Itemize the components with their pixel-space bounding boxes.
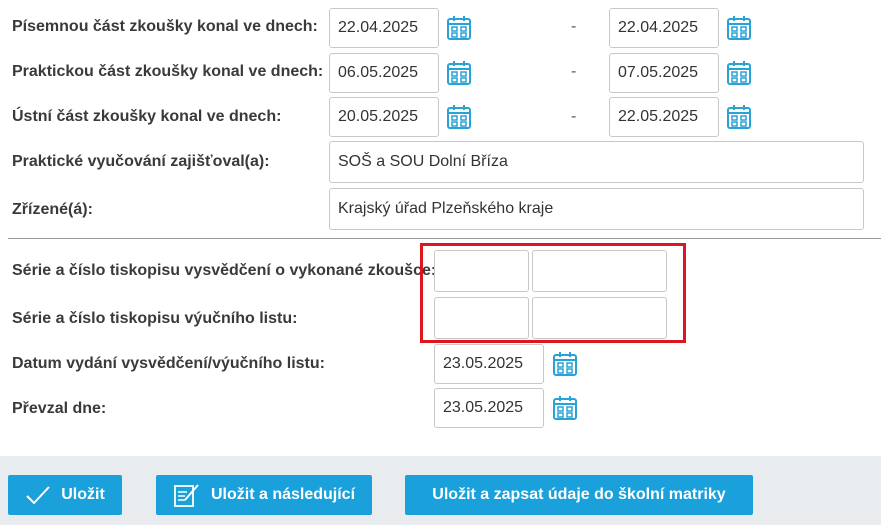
calendar-icon[interactable]: [726, 15, 752, 41]
calendar-icon[interactable]: [726, 60, 752, 86]
section-divider: [8, 238, 881, 239]
calendar-icon[interactable]: [726, 104, 752, 130]
calendar-icon[interactable]: [552, 395, 578, 421]
oral-to-input[interactable]: 22.05.2025: [609, 97, 719, 137]
edit-form-icon: [174, 484, 199, 507]
save-button[interactable]: Uložit: [8, 475, 122, 515]
save-and-register-label: Uložit a zapsat údaje do školní matriky: [432, 486, 726, 503]
practical-from-input[interactable]: 06.05.2025: [329, 53, 439, 93]
written-from-input[interactable]: 22.04.2025: [329, 8, 439, 48]
training-provider-input[interactable]: SOŠ a SOU Dolní Bříza: [329, 141, 864, 183]
date-range-separator: -: [571, 63, 577, 80]
calendar-icon[interactable]: [446, 104, 472, 130]
founder-input[interactable]: Krajský úřad Plzeňského kraje: [329, 188, 864, 230]
written-to-input[interactable]: 22.04.2025: [609, 8, 719, 48]
checkmark-icon: [26, 486, 50, 505]
date-range-separator: -: [571, 18, 577, 35]
save-button-label: Uložit: [61, 486, 105, 503]
exam-certificate-label: Série a číslo tiskopisu vysvědčení o vyk…: [12, 262, 437, 279]
save-and-next-label: Uložit a následující: [210, 486, 356, 503]
oral-from-input[interactable]: 20.05.2025: [329, 97, 439, 137]
calendar-icon[interactable]: [552, 351, 578, 377]
calendar-icon[interactable]: [446, 15, 472, 41]
received-date-label: Převzal dne:: [12, 400, 107, 417]
received-date-input[interactable]: 23.05.2025: [434, 388, 544, 428]
apprentice-certificate-label: Série a číslo tiskopisu výučního listu:: [12, 310, 298, 327]
save-and-register-button[interactable]: Uložit a zapsat údaje do školní matriky: [405, 475, 753, 515]
founder-label: Zřízené(á):: [12, 201, 93, 218]
oral-exam-label: Ústní část zkoušky konal ve dnech:: [12, 108, 282, 125]
issue-date-label: Datum vydání vysvědčení/výučního listu:: [12, 355, 325, 372]
date-range-separator: -: [571, 108, 577, 125]
calendar-icon[interactable]: [446, 60, 472, 86]
written-exam-label: Písemnou část zkoušky konal ve dnech:: [12, 18, 318, 35]
practical-to-input[interactable]: 07.05.2025: [609, 53, 719, 93]
practical-exam-label: Praktickou část zkoušky konal ve dnech:: [12, 63, 324, 80]
issue-date-input[interactable]: 23.05.2025: [434, 344, 544, 384]
save-and-next-button[interactable]: Uložit a následující: [156, 475, 372, 515]
training-provider-label: Praktické vyučování zajišťoval(a):: [12, 153, 270, 170]
highlight-box: [420, 243, 686, 343]
